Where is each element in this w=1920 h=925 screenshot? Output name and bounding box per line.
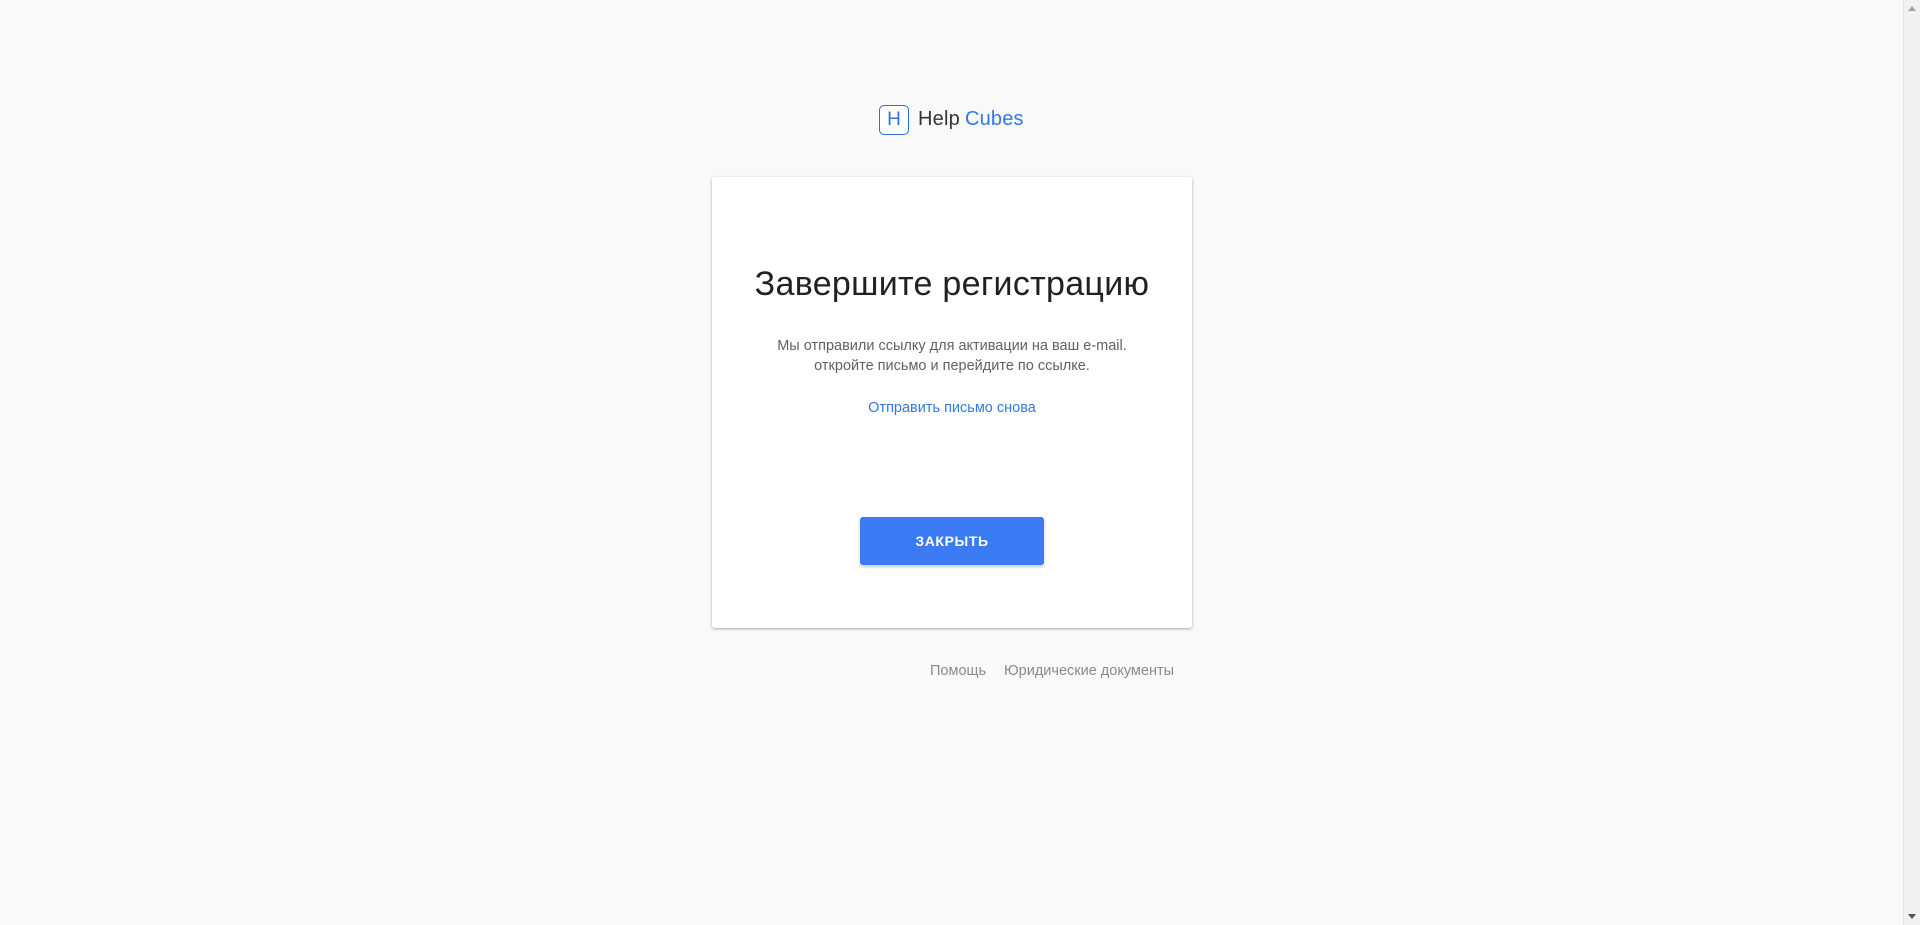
logo-mark-icon: H [879, 104, 909, 135]
logo-word-cubes: Cubes [964, 108, 1024, 130]
card-message: Мы отправили ссылку для активации на ваш… [712, 336, 1192, 376]
logo-word-help: Help [918, 108, 960, 130]
card-message-line-1: Мы отправили ссылку для активации на ваш… [777, 338, 1127, 354]
footer-legal-link[interactable]: Юридические документы [1004, 663, 1174, 679]
vertical-scrollbar[interactable] [1903, 0, 1920, 925]
logo[interactable]: H Help Cubes [879, 103, 1024, 136]
registration-card: Завершите регистрацию Мы отправили ссылк… [712, 177, 1192, 628]
card-message-line-2: откройте письмо и перейдите по ссылке. [814, 358, 1090, 374]
close-button[interactable]: ЗАКРЫТЬ [860, 517, 1044, 565]
logo-text: Help Cubes [918, 108, 1024, 131]
footer-help-link[interactable]: Помощь [930, 663, 986, 679]
footer: Помощь Юридические документы [930, 663, 1174, 679]
scroll-up-arrow-icon[interactable] [1904, 0, 1920, 17]
viewport: H Help Cubes Завершите регистрацию Мы отп… [0, 0, 1903, 925]
page: H Help Cubes Завершите регистрацию Мы отп… [0, 0, 1920, 925]
resend-email-link[interactable]: Отправить письмо снова [712, 400, 1192, 416]
card-title: Завершите регистрацию [754, 265, 1150, 303]
scroll-down-arrow-icon[interactable] [1904, 908, 1920, 925]
